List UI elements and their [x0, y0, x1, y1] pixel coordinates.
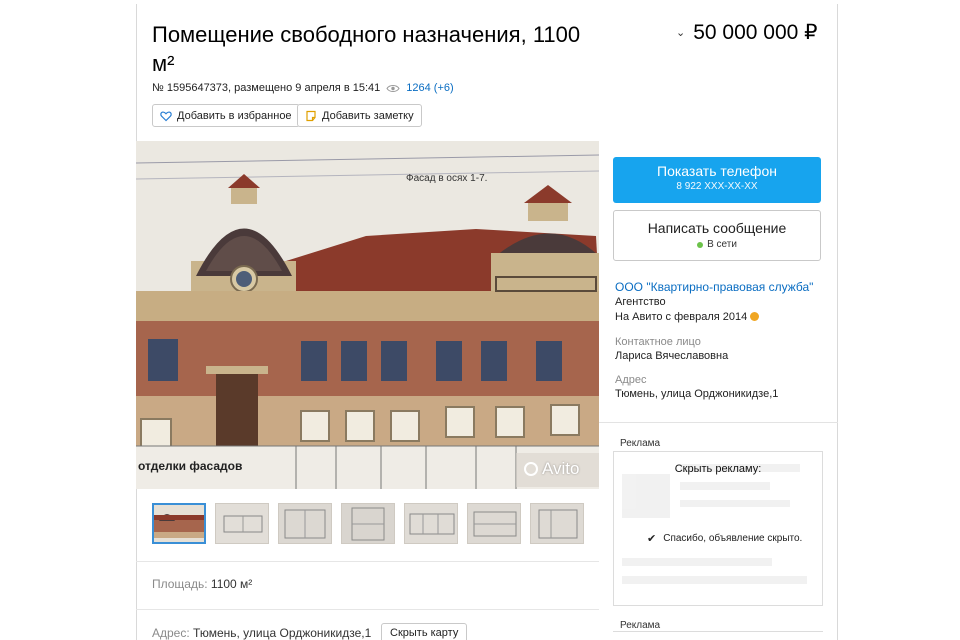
thumbnail-1[interactable]: [152, 503, 206, 544]
listing-meta: № 1595647373, размещено 9 апреля в 15:41…: [152, 82, 454, 94]
eye-icon: [386, 84, 400, 92]
thumbnail-4[interactable]: [341, 503, 395, 544]
seller-since: На Авито с февраля 2014: [615, 311, 760, 323]
area-label: Площадь:: [152, 577, 208, 591]
facade-caption: Фасад в осях 1-7.: [406, 173, 488, 184]
divider: [136, 561, 599, 562]
listing-number-date: № 1595647373, размещено 9 апреля в 15:41: [152, 82, 381, 94]
write-message-label: Написать сообщение: [647, 220, 787, 236]
add-note-button[interactable]: Добавить заметку: [297, 104, 422, 127]
seller-company-link[interactable]: ООО "Квартирно-правовая служба": [615, 280, 813, 294]
online-status-text: В сети: [707, 239, 737, 250]
building-facade-drawing: [136, 141, 599, 489]
views-count[interactable]: 1264 (+6): [406, 82, 453, 94]
ad-hidden-text: Спасибо, объявление скрыто.: [663, 533, 803, 544]
seller-since-text: На Авито с февраля 2014: [615, 311, 748, 323]
thumbnail-strip: [152, 503, 584, 544]
area-param: Площадь: 1100 м²: [152, 577, 252, 591]
show-phone-label: Показать телефон: [657, 163, 777, 179]
add-note-label: Добавить заметку: [322, 109, 414, 122]
address-label: Адрес:: [152, 626, 190, 640]
price-row: ⌄ 50 000 000 ₽: [676, 20, 818, 45]
seller-address-value: Тюмень, улица Орджоникидзе,1: [615, 388, 779, 400]
hide-ad-title: Скрыть рекламу:: [674, 463, 762, 475]
divider: [136, 609, 599, 610]
avito-watermark-text: Avito: [542, 459, 580, 478]
seller-address-label: Адрес: [615, 374, 647, 386]
ad-label-2: Реклама: [620, 620, 661, 631]
area-value: 1100 м²: [210, 577, 253, 591]
thumbnail-5[interactable]: [404, 503, 458, 544]
seller-badge-icon: [750, 312, 760, 321]
hide-map-button[interactable]: Скрыть карту: [381, 623, 468, 640]
address-param: Адрес: Тюмень, улица Орджоникидзе,1: [152, 626, 371, 640]
thumbnail-7[interactable]: [530, 503, 584, 544]
online-dot-icon: [697, 241, 704, 248]
ad-label: Реклама: [620, 438, 661, 449]
online-status: В сети: [614, 239, 820, 250]
ad-box-2: [613, 631, 823, 640]
currency-dropdown-icon[interactable]: ⌄: [676, 26, 685, 39]
avito-watermark: Avito: [524, 459, 580, 479]
seller-type: Агентство: [615, 296, 666, 308]
ad-ghost-content: [622, 458, 816, 598]
heart-icon: [160, 110, 172, 121]
contact-person-label: Контактное лицо: [615, 336, 701, 348]
sidebar-divider: [599, 422, 838, 423]
add-favorite-label: Добавить в избранное: [177, 109, 292, 122]
contact-person-name: Лариса Вячеславовна: [615, 350, 729, 362]
main-photo[interactable]: Фасад в осях 1-7. отделки фасадов Avito: [136, 141, 599, 489]
write-message-button[interactable]: Написать сообщение В сети: [613, 210, 821, 261]
hidden-ad-box: Скрыть рекламу: ✔ Спасибо, объявление ск…: [613, 451, 823, 606]
thumbnail-6[interactable]: [467, 503, 521, 544]
ad-hidden-message: ✔ Спасибо, объявление скрыто.: [647, 532, 802, 545]
show-phone-button[interactable]: Показать телефон 8 922 XXX-XX-XX: [613, 157, 821, 203]
masked-phone: 8 922 XXX-XX-XX: [676, 181, 758, 192]
note-icon: [306, 110, 316, 121]
checkmark-icon: ✔: [647, 533, 657, 545]
avito-logo-icon: [524, 462, 538, 476]
add-favorite-button[interactable]: Добавить в избранное: [152, 104, 300, 127]
listing-price: 50 000 000 ₽: [693, 21, 818, 44]
thumbnail-3[interactable]: [278, 503, 332, 544]
listing-title: Помещение свободного назначения, 1100 м²: [152, 22, 581, 76]
address-value: Тюмень, улица Орджоникидзе,1: [193, 626, 372, 640]
thumbnail-2[interactable]: [215, 503, 269, 544]
facade-bottom-caption: отделки фасадов: [138, 459, 243, 473]
